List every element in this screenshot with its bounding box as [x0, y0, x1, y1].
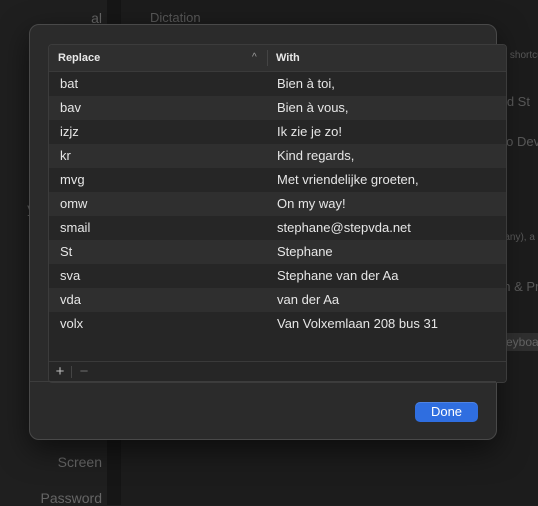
replace-cell[interactable]: vda	[60, 288, 81, 312]
with-cell[interactable]: Stephane	[277, 240, 333, 264]
table-row[interactable]: St Stephane	[49, 240, 506, 264]
add-button[interactable]: +	[51, 362, 69, 382]
table-row[interactable]: bav Bien à vous,	[49, 96, 506, 120]
with-cell[interactable]: Ik zie je zo!	[277, 120, 342, 144]
table-row[interactable]: omw On my way!	[49, 192, 506, 216]
replace-cell[interactable]: kr	[60, 144, 71, 168]
text-replacements-sheet: Replace ^ With bat Bien à toi, bav Bien à v…	[29, 24, 507, 440]
with-cell[interactable]: Van Volxemlaan 208 bus 31	[277, 312, 438, 336]
sheet-divider	[30, 381, 496, 382]
replace-cell[interactable]: smail	[60, 216, 90, 240]
footer-separator	[71, 366, 72, 378]
replace-cell[interactable]: bat	[60, 72, 78, 96]
with-column-header[interactable]: With	[276, 45, 300, 71]
with-cell[interactable]: Met vriendelijke groeten,	[277, 168, 419, 192]
replace-cell[interactable]: sva	[60, 264, 80, 288]
replacements-table: Replace ^ With bat Bien à toi, bav Bien à v…	[48, 44, 507, 383]
table-header: Replace ^ With	[49, 45, 506, 72]
replace-cell[interactable]: omw	[60, 192, 87, 216]
table-body: bat Bien à toi, bav Bien à vous, izjz Ik zie …	[49, 72, 506, 336]
replace-cell[interactable]: bav	[60, 96, 81, 120]
table-footer: + −	[49, 361, 506, 382]
replace-column-header[interactable]: Replace	[58, 45, 100, 71]
done-button[interactable]: Done	[415, 402, 478, 422]
table-row[interactable]: vda van der Aa	[49, 288, 506, 312]
remove-button[interactable]: −	[75, 362, 93, 382]
with-cell[interactable]: stephane@stepvda.net	[277, 216, 411, 240]
with-cell[interactable]: Bien à vous,	[277, 96, 349, 120]
replace-cell[interactable]: mvg	[60, 168, 85, 192]
table-row[interactable]: volx Van Volxemlaan 208 bus 31	[49, 312, 506, 336]
with-cell[interactable]: On my way!	[277, 192, 346, 216]
table-row[interactable]: kr Kind regards,	[49, 144, 506, 168]
sort-ascending-icon[interactable]: ^	[252, 45, 257, 71]
column-separator[interactable]	[267, 50, 268, 66]
with-cell[interactable]: van der Aa	[277, 288, 339, 312]
table-row[interactable]: mvg Met vriendelijke groeten,	[49, 168, 506, 192]
table-row[interactable]: sva Stephane van der Aa	[49, 264, 506, 288]
with-cell[interactable]: Stephane van der Aa	[277, 264, 398, 288]
replace-cell[interactable]: volx	[60, 312, 83, 336]
table-row[interactable]: smail stephane@stepvda.net	[49, 216, 506, 240]
table-row[interactable]: izjz Ik zie je zo!	[49, 120, 506, 144]
with-cell[interactable]: Kind regards,	[277, 144, 354, 168]
replace-cell[interactable]: St	[60, 240, 72, 264]
replace-cell[interactable]: izjz	[60, 120, 79, 144]
with-cell[interactable]: Bien à toi,	[277, 72, 335, 96]
table-row[interactable]: bat Bien à toi,	[49, 72, 506, 96]
